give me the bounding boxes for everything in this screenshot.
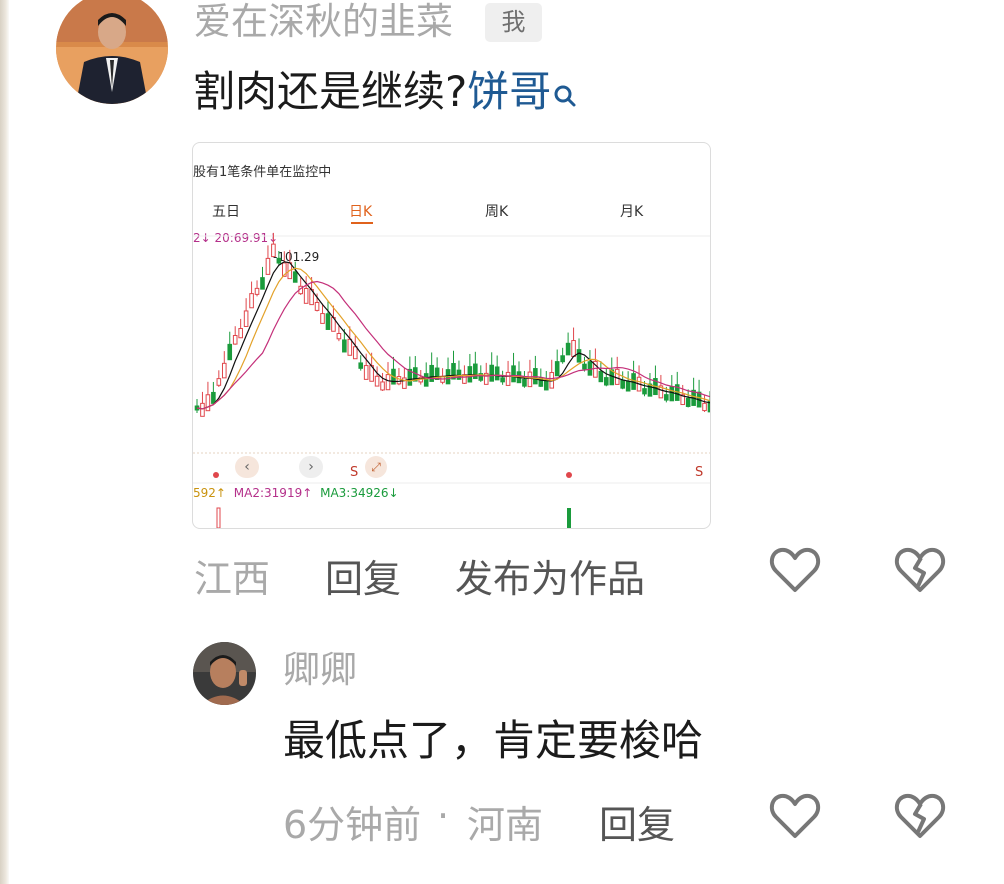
candle (238, 328, 243, 339)
candle (380, 381, 385, 391)
broken-heart-icon[interactable] (894, 546, 946, 598)
sell-marker: S (350, 465, 359, 480)
candle (205, 394, 211, 412)
candle (249, 293, 254, 309)
candle (336, 332, 342, 340)
username[interactable]: 卿卿 (283, 648, 357, 692)
sell-marker: S (695, 465, 704, 480)
candle (604, 377, 609, 386)
candle (254, 287, 260, 295)
mention-link[interactable]: 饼哥 (467, 67, 551, 116)
candle (396, 376, 402, 385)
separator: · (437, 794, 450, 838)
avatar[interactable] (193, 642, 256, 705)
candle (647, 383, 653, 397)
candle (358, 362, 364, 369)
candle (664, 394, 669, 401)
location: 江西 (194, 557, 271, 601)
candle (227, 343, 233, 361)
avatar[interactable] (56, 0, 168, 104)
candle (543, 380, 549, 391)
candlestick-chart (193, 232, 710, 528)
prev-button[interactable]: ‹ (235, 456, 259, 478)
username[interactable]: 爱在深秋的韭菜 (194, 0, 453, 44)
candle (614, 368, 620, 385)
candle (625, 380, 631, 392)
candle (500, 377, 505, 383)
candle (385, 374, 391, 391)
comment-text: 割肉还是继续?饼哥 (193, 66, 577, 120)
location: 河南 (467, 803, 544, 847)
candle (598, 370, 604, 383)
candle (560, 355, 565, 363)
candle (527, 371, 533, 388)
buy-dot (213, 472, 219, 478)
candle (314, 301, 320, 311)
candle (325, 313, 331, 330)
candle (576, 349, 582, 363)
search-icon[interactable] (553, 68, 577, 120)
comment-body: 割肉还是继续? (193, 67, 468, 116)
candle (352, 346, 358, 360)
me-badge: 我 (485, 3, 542, 42)
candle (271, 243, 276, 258)
candle (587, 361, 593, 376)
broken-heart-icon[interactable] (894, 792, 946, 844)
candle (232, 335, 238, 345)
candle (702, 402, 707, 412)
candle (342, 339, 347, 353)
candle (374, 375, 380, 387)
candle (221, 362, 227, 379)
publish-as-work-button[interactable]: 发布为作品 (455, 548, 645, 603)
volume-bar (567, 508, 571, 528)
candle (347, 338, 353, 356)
candle (423, 373, 429, 387)
heart-outline-icon[interactable] (769, 792, 821, 844)
candle (320, 313, 325, 324)
expand-icon[interactable]: ⤢ (365, 456, 387, 478)
candle (669, 386, 675, 402)
comment-text: 最低点了，肯定要梭哈 (283, 716, 704, 765)
candle (211, 391, 216, 404)
volume-bar (216, 507, 221, 528)
page-edge (0, 0, 9, 884)
candle (522, 378, 527, 387)
candle (265, 257, 271, 275)
reply-button[interactable]: 回复 (599, 794, 675, 849)
candle (489, 364, 495, 382)
candle (642, 388, 647, 395)
candle (571, 340, 576, 358)
candle (494, 366, 500, 381)
candle (303, 288, 309, 304)
candle (554, 361, 560, 377)
candle (243, 310, 249, 327)
heart-outline-icon[interactable] (769, 546, 821, 598)
next-button[interactable]: › (299, 456, 323, 478)
candle (276, 257, 282, 264)
candle (260, 277, 265, 290)
candle (505, 371, 511, 386)
volume-ma: 592↑ MA2:31919↑ MA3:34926↓ (193, 486, 399, 500)
candle (456, 369, 462, 380)
candle (620, 379, 625, 389)
candle (511, 365, 516, 383)
candle (363, 365, 369, 380)
candle (565, 342, 571, 356)
candle (216, 378, 222, 386)
candle (685, 397, 691, 407)
candle (582, 363, 587, 370)
reply-button[interactable]: 回复 (325, 548, 401, 603)
timestamp: 6分钟前 (283, 803, 422, 847)
image-attachment[interactable]: 股有1笔条件单在监控中 五日 日K 周K 月K 2↓ 20:69.91↓ -10… (192, 142, 711, 529)
candle (292, 271, 298, 283)
buy-dot (566, 472, 572, 478)
candle (200, 402, 205, 417)
